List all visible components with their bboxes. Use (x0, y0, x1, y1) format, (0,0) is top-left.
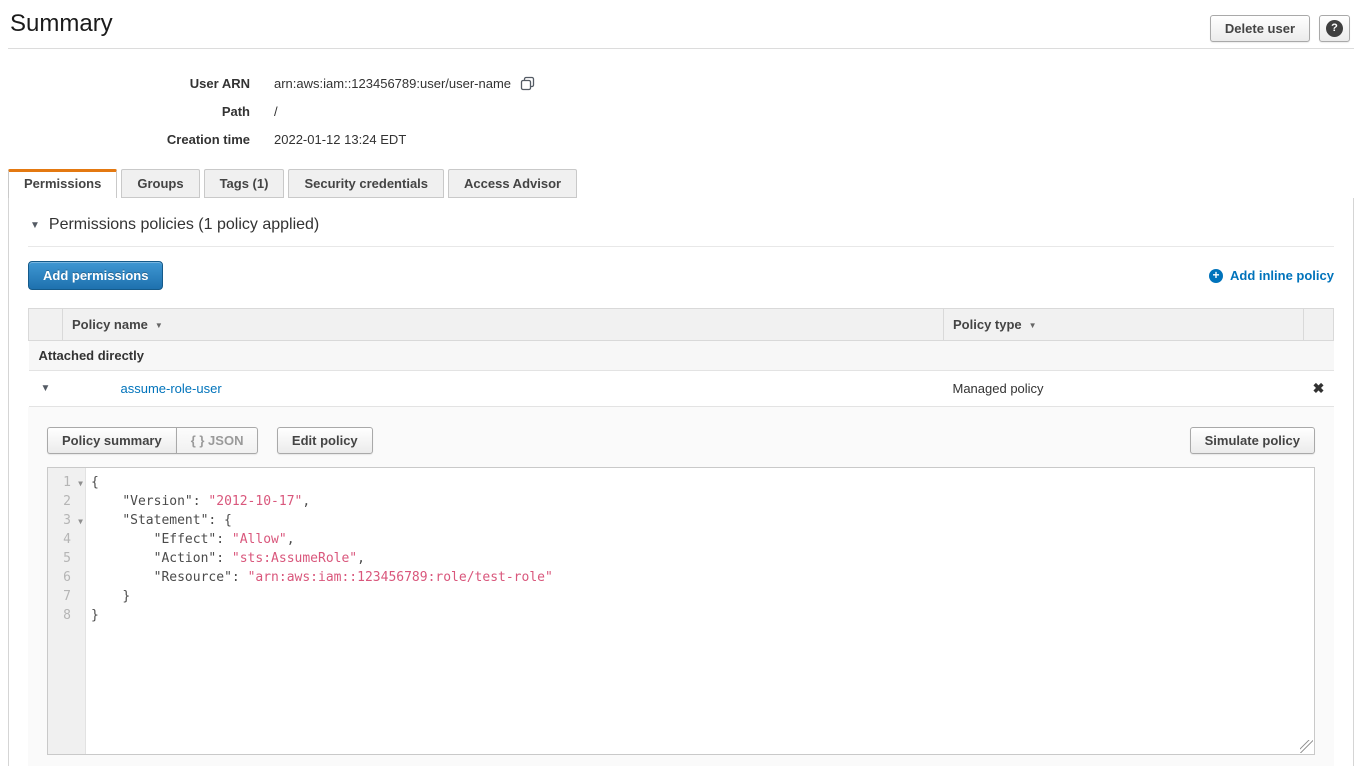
add-inline-policy-label: Add inline policy (1230, 268, 1334, 283)
add-permissions-button[interactable]: Add permissions (28, 261, 163, 290)
line-number: 4 (48, 530, 85, 549)
code-line: "Version": "2012-10-17", (91, 492, 1314, 511)
field-label: Path (0, 104, 250, 119)
tab-groups[interactable]: Groups (121, 169, 199, 198)
summary-field-row: User ARN arn:aws:iam::123456789:user/user… (0, 69, 1362, 97)
line-number: 7 (48, 587, 85, 606)
copy-icon[interactable] (520, 76, 535, 91)
json-policy-editor[interactable]: 1▼23▼45678 { "Version": "2012-10-17", "S… (47, 467, 1315, 755)
help-button[interactable]: ? (1319, 15, 1350, 42)
field-value: / (274, 104, 278, 119)
view-toggle-group: Policy summary { } JSON (47, 427, 258, 454)
chevron-down-icon: ▼ (41, 383, 51, 394)
field-label: User ARN (0, 76, 250, 91)
line-number: 8 (48, 606, 85, 625)
summary-field-row: Creation time 2022-01-12 13:24 EDT (0, 125, 1362, 153)
simulate-policy-button[interactable]: Simulate policy (1190, 427, 1315, 454)
editor-gutter: 1▼23▼45678 (48, 468, 86, 754)
code-line: "Resource": "arn:aws:iam::123456789:role… (91, 568, 1314, 587)
attached-directly-group-row: Attached directly (29, 341, 1334, 371)
policy-type-cell: Managed policy (944, 371, 1304, 407)
collapse-icon: ▼ (30, 220, 40, 231)
tab-tags-1[interactable]: Tags (1) (204, 169, 285, 198)
permissions-panel: ▼ Permissions policies (1 policy applied… (8, 198, 1354, 766)
tab-security-credentials[interactable]: Security credentials (288, 169, 444, 198)
resize-handle-icon[interactable] (1300, 740, 1313, 753)
permissions-policies-section-header[interactable]: ▼ Permissions policies (1 policy applied… (28, 214, 1334, 247)
page-title: Summary (10, 10, 113, 38)
question-icon: ? (1326, 20, 1343, 37)
expander-column-header (29, 309, 63, 341)
editor-code[interactable]: { "Version": "2012-10-17", "Statement": … (86, 468, 1314, 754)
tab-bar: PermissionsGroupsTags (1)Security creden… (8, 169, 1362, 198)
detach-policy-button[interactable]: ✖ (1304, 371, 1334, 407)
sort-icon: ▼ (1029, 321, 1037, 330)
row-expander[interactable]: ▼ (29, 371, 63, 407)
code-line: } (91, 587, 1314, 606)
actions-column-header (1304, 309, 1334, 341)
sort-icon: ▼ (155, 321, 163, 330)
field-label: Creation time (0, 132, 250, 147)
fold-icon[interactable]: ▼ (78, 512, 83, 531)
edit-policy-button[interactable]: Edit policy (277, 427, 373, 454)
detail-toolbar-left: Policy summary { } JSON Edit policy (47, 427, 373, 454)
header-actions: Delete user ? (1210, 15, 1350, 42)
tab-permissions[interactable]: Permissions (8, 169, 117, 198)
group-row-label: Attached directly (29, 341, 1334, 371)
add-inline-policy-link[interactable]: + Add inline policy (1209, 268, 1334, 283)
policy-detail-panel: Policy summary { } JSON Edit policy Simu… (28, 407, 1334, 766)
iam-user-summary-page: Summary Delete user ? User ARN arn:aws:ia… (0, 0, 1362, 766)
policies-table: Policy name ▼ Policy type ▼ Attached direc… (28, 308, 1334, 407)
line-number: 5 (48, 549, 85, 568)
code-line: "Statement": { (91, 511, 1314, 530)
permissions-toolbar: Add permissions + Add inline policy (28, 261, 1334, 290)
plus-icon: + (1209, 269, 1223, 283)
line-number: 3▼ (48, 511, 85, 530)
policy-name-link[interactable]: assume-role-user (121, 381, 222, 396)
line-number: 2 (48, 492, 85, 511)
policy-type-column-header[interactable]: Policy type ▼ (944, 309, 1304, 341)
code-line: "Action": "sts:AssumeRole", (91, 549, 1314, 568)
summary-field-row: Path / (0, 97, 1362, 125)
policy-name-header-label: Policy name (72, 317, 148, 332)
line-number: 1▼ (48, 473, 85, 492)
tab-access-advisor[interactable]: Access Advisor (448, 169, 577, 198)
code-line: { (91, 473, 1314, 492)
policy-name-column-header[interactable]: Policy name ▼ (63, 309, 944, 341)
policy-type-header-label: Policy type (953, 317, 1022, 332)
policy-summary-button[interactable]: Policy summary (47, 427, 176, 454)
table-header-row: Policy name ▼ Policy type ▼ (29, 309, 1334, 341)
json-view-button[interactable]: { } JSON (176, 427, 259, 454)
close-icon: ✖ (1313, 380, 1325, 396)
page-header: Summary Delete user ? (0, 0, 1362, 48)
policy-table-row: ▼ assume-role-user Managed policy ✖ (29, 371, 1334, 407)
line-number: 6 (48, 568, 85, 587)
field-value: 2022-01-12 13:24 EDT (274, 132, 406, 147)
fold-icon[interactable]: ▼ (78, 474, 83, 493)
field-value: arn:aws:iam::123456789:user/user-name (274, 76, 535, 91)
section-title: Permissions policies (1 policy applied) (49, 216, 319, 234)
code-line: } (91, 606, 1314, 625)
code-line: "Effect": "Allow", (91, 530, 1314, 549)
delete-user-button[interactable]: Delete user (1210, 15, 1310, 42)
policy-name-cell: assume-role-user (63, 371, 944, 407)
policy-detail-toolbar: Policy summary { } JSON Edit policy Simu… (47, 427, 1315, 454)
summary-fields: User ARN arn:aws:iam::123456789:user/user… (0, 49, 1362, 169)
